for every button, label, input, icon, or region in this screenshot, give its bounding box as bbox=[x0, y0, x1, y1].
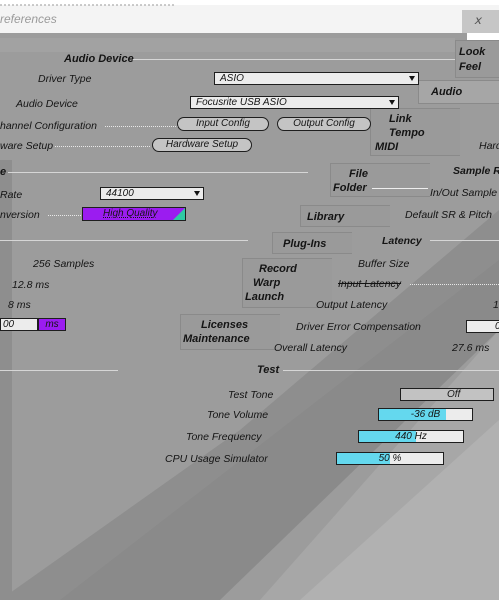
hardware-setup-button[interactable]: Hardware Setup bbox=[152, 138, 252, 152]
tab-tempo-label: Tempo bbox=[389, 127, 425, 139]
tab-file-label: File bbox=[349, 168, 368, 180]
output-latency-right-value: 1 bbox=[493, 299, 499, 311]
tab-audio-label: Audio bbox=[431, 86, 463, 98]
audio-device-value: Focusrite USB ASIO bbox=[196, 97, 287, 108]
dotted-leader bbox=[55, 146, 150, 147]
teal-corner-icon bbox=[173, 208, 185, 220]
driver-type-label: Driver Type bbox=[38, 73, 92, 85]
tab-licenses-label: Licenses bbox=[201, 319, 249, 331]
tab-link-label: Link bbox=[389, 113, 412, 125]
audio-device-dropdown[interactable]: Focusrite USB ASIO bbox=[190, 96, 399, 109]
input-latency-value: 12.8 ms bbox=[12, 279, 50, 291]
driver-type-dropdown[interactable]: ASIO bbox=[214, 72, 419, 85]
audio-device-header: Audio Device bbox=[64, 53, 134, 65]
output-config-button[interactable]: Output Config bbox=[277, 117, 371, 131]
channel-config-label: hannel Configuration bbox=[0, 120, 97, 132]
divider bbox=[430, 240, 499, 241]
tab-library[interactable]: Library bbox=[300, 205, 390, 227]
dotted-leader bbox=[105, 126, 180, 127]
driver-error-input[interactable]: 0 bbox=[466, 320, 499, 333]
cpu-usage-label: CPU Usage Simulator bbox=[165, 453, 268, 465]
output-latency-label: Output Latency bbox=[316, 299, 388, 311]
audio-device-label: Audio Device bbox=[16, 98, 78, 110]
overall-latency-value: 27.6 ms bbox=[452, 342, 490, 354]
test-header: Test bbox=[257, 364, 280, 376]
window-title: references bbox=[0, 12, 57, 26]
tab-warp-label: Warp bbox=[253, 277, 281, 289]
cpu-usage-slider[interactable]: 50 % bbox=[336, 452, 444, 465]
conversion-quality-value: High Quality bbox=[103, 208, 158, 219]
conversion-label: nversion bbox=[0, 209, 40, 221]
latency-header: Latency bbox=[382, 235, 422, 247]
tab-look-feel[interactable]: Look Feel bbox=[455, 40, 499, 78]
output-latency-value: 8 ms bbox=[8, 299, 31, 311]
dotted-leader bbox=[48, 215, 83, 216]
tab-maintenance-label: Maintenance bbox=[183, 333, 250, 345]
tab-audio[interactable]: Audio bbox=[418, 80, 499, 104]
tone-volume-label: Tone Volume bbox=[207, 409, 269, 421]
default-sr-label: Default SR & Pitch bbox=[405, 209, 492, 221]
tab-plug-ins-label: Plug-Ins bbox=[283, 238, 327, 250]
tone-volume-slider[interactable]: -36 dB bbox=[378, 408, 473, 421]
dotted-leader bbox=[410, 284, 499, 285]
conversion-quality-toggle[interactable]: High Quality bbox=[82, 207, 186, 221]
tab-midi-label: MIDI bbox=[375, 141, 399, 153]
divider bbox=[133, 59, 455, 60]
tab-folder-label: Folder bbox=[333, 182, 367, 194]
sample-rate-dropdown[interactable]: 44100 bbox=[100, 187, 204, 200]
in-out-sample-label: In/Out Sample bbox=[430, 187, 498, 199]
driver-type-value: ASIO bbox=[220, 73, 244, 84]
overall-latency-label: Overall Latency bbox=[274, 342, 347, 354]
tab-file-folder[interactable]: File Folder bbox=[330, 163, 430, 197]
latency-unit-badge: ms bbox=[38, 318, 66, 331]
input-latency-label: Input Latency bbox=[338, 278, 402, 290]
tone-frequency-label: Tone Frequency bbox=[186, 431, 262, 443]
divider bbox=[372, 188, 428, 189]
tab-launch-label: Launch bbox=[245, 291, 285, 303]
divider bbox=[0, 240, 248, 241]
divider bbox=[8, 172, 308, 173]
buffer-size-value: 256 Samples bbox=[33, 258, 95, 270]
sample-rate-header: e bbox=[0, 166, 7, 178]
tab-link-tempo-midi[interactable]: Link Tempo MIDI bbox=[370, 108, 460, 156]
tab-feel-label: Feel bbox=[459, 61, 482, 73]
chevron-down-icon bbox=[409, 76, 415, 81]
sample-rate-right-label: Sample R bbox=[453, 165, 499, 177]
chevron-down-icon bbox=[389, 100, 395, 105]
buffer-size-label: Buffer Size bbox=[358, 258, 410, 270]
divider bbox=[283, 370, 499, 371]
tab-look-label: Look bbox=[459, 46, 486, 58]
cpu-usage-value: 50 % bbox=[378, 453, 402, 464]
test-tone-value: Off bbox=[447, 389, 461, 400]
tab-plug-ins[interactable]: Plug-Ins bbox=[272, 232, 352, 254]
test-tone-label: Test Tone bbox=[228, 389, 274, 401]
hardware-setup-label: ware Setup bbox=[0, 140, 54, 152]
driver-error-value: 0 bbox=[495, 321, 499, 332]
driver-error-label: Driver Error Compensation bbox=[296, 321, 421, 333]
tab-library-label: Library bbox=[307, 211, 345, 223]
divider bbox=[0, 370, 118, 371]
tone-frequency-value: 440 Hz bbox=[395, 431, 427, 442]
tone-volume-value: -36 dB bbox=[410, 409, 441, 420]
hardware-label: Hard bbox=[479, 140, 499, 152]
test-tone-toggle[interactable]: Off bbox=[400, 388, 494, 401]
close-icon[interactable]: ⅹ bbox=[474, 13, 488, 27]
latency-compensation-input[interactable]: 00 bbox=[0, 318, 38, 331]
tab-licenses-maintenance[interactable]: Licenses Maintenance bbox=[180, 314, 280, 350]
rate-label: Rate bbox=[0, 189, 23, 201]
tab-record-label: Record bbox=[259, 263, 297, 275]
tone-frequency-slider[interactable]: 440 Hz bbox=[358, 430, 464, 443]
sample-rate-value: 44100 bbox=[106, 188, 134, 199]
input-config-button[interactable]: Input Config bbox=[177, 117, 269, 131]
chevron-down-icon bbox=[194, 191, 200, 196]
latency-compensation-value: 00 bbox=[3, 319, 15, 330]
